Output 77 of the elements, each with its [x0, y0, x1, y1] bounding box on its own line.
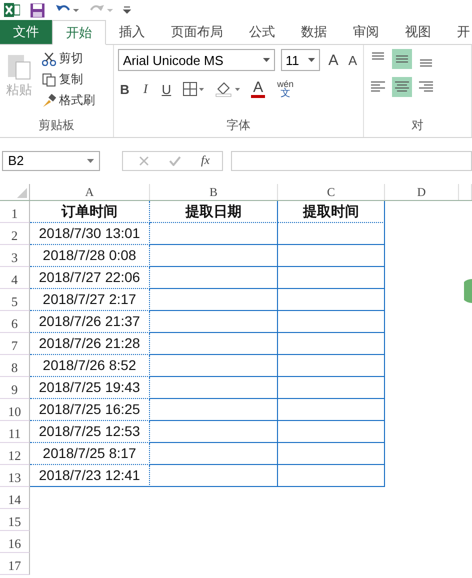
- scissors-icon: [42, 52, 56, 66]
- row-header[interactable]: 4: [0, 267, 30, 289]
- grow-font-button[interactable]: A: [326, 52, 340, 68]
- name-box[interactable]: B2: [2, 150, 100, 170]
- row-header[interactable]: 8: [0, 355, 30, 377]
- row-header[interactable]: 3: [0, 245, 30, 267]
- font-name-field[interactable]: Arial Unicode MS: [118, 49, 275, 71]
- ribbon-tab[interactable]: 开始: [52, 20, 106, 45]
- column-header[interactable]: C: [278, 184, 385, 200]
- font-color-button[interactable]: A: [251, 80, 266, 98]
- font-size-field[interactable]: 11: [280, 49, 320, 71]
- copy-button[interactable]: 复制: [40, 70, 97, 89]
- table-cell: 2018/7/25 12:53: [30, 421, 150, 443]
- ribbon-tab[interactable]: 页面布局: [158, 20, 236, 44]
- row-header[interactable]: 2: [0, 223, 30, 245]
- paintbrush-icon: [42, 94, 56, 108]
- row-header[interactable]: 9: [0, 377, 30, 399]
- column-header[interactable]: A: [30, 184, 150, 200]
- save-icon[interactable]: [30, 2, 45, 18]
- caret-icon[interactable]: [87, 158, 94, 162]
- ribbon-tab[interactable]: 视图: [392, 20, 444, 44]
- table-cell: 2018/7/27 22:06: [30, 267, 150, 289]
- ribbon-tab[interactable]: 审阅: [340, 20, 392, 44]
- table-cell: 2018/7/25 16:25: [30, 399, 150, 421]
- row-header[interactable]: 15: [0, 509, 30, 531]
- borders-icon[interactable]: [183, 82, 206, 96]
- row-header[interactable]: 17: [0, 553, 30, 575]
- painter-button[interactable]: 格式刷: [40, 91, 97, 110]
- customize-caret-icon[interactable]: [123, 6, 131, 14]
- row-header[interactable]: 14: [0, 487, 30, 509]
- fill-color-icon[interactable]: [215, 81, 242, 97]
- row-header[interactable]: 7: [0, 333, 30, 355]
- table-cell: 2018/7/28 0:08: [30, 245, 150, 267]
- align-icon[interactable]: [392, 77, 412, 97]
- font-style-button[interactable]: I: [141, 81, 150, 97]
- table-cell: 2018/7/26 21:28: [30, 333, 150, 355]
- ribbon-tab[interactable]: 插入: [106, 20, 158, 44]
- row-header[interactable]: 1: [0, 201, 30, 223]
- cut-button[interactable]: 剪切: [40, 49, 97, 68]
- row-header[interactable]: 16: [0, 531, 30, 553]
- group-label: 字体: [226, 117, 250, 134]
- ribbon-tab[interactable]: 公式: [236, 20, 288, 44]
- group-label: 剪贴板: [38, 117, 74, 134]
- circle-marker-icon: [464, 279, 472, 303]
- file-tab[interactable]: 文件: [0, 20, 52, 44]
- insert-function-button[interactable]: fx: [201, 153, 210, 168]
- table-cell: 2018/7/25 19:43: [30, 377, 150, 399]
- shrink-font-button[interactable]: A: [346, 52, 359, 68]
- ribbon-tab[interactable]: 数据: [288, 20, 340, 44]
- ribbon-tab[interactable]: 开: [444, 20, 472, 44]
- table-cell: 2018/7/26 8:52: [30, 355, 150, 377]
- row-header[interactable]: 6: [0, 311, 30, 333]
- column-header[interactable]: D: [385, 184, 459, 200]
- font-style-button[interactable]: U: [160, 82, 174, 96]
- table-cell: 2018/7/26 21:37: [30, 311, 150, 333]
- row-header[interactable]: 11: [0, 421, 30, 443]
- row-header[interactable]: 12: [0, 443, 30, 465]
- column-header[interactable]: B: [150, 184, 278, 200]
- row-header[interactable]: 10: [0, 399, 30, 421]
- row-header[interactable]: 5: [0, 289, 30, 311]
- group-label: 对: [412, 117, 424, 134]
- table-cell: 2018/7/27 2:17: [30, 289, 150, 311]
- phonetic-button[interactable]: wén 文: [275, 79, 296, 99]
- caret-icon[interactable]: [308, 58, 316, 62]
- copy-icon: [42, 72, 56, 86]
- table-cell: 2018/7/23 12:41: [30, 465, 150, 487]
- column-title-cell: 提取时间: [278, 201, 385, 223]
- row-header[interactable]: 13: [0, 465, 30, 487]
- font-style-button[interactable]: B: [118, 82, 132, 96]
- column-title-cell: 提取日期: [150, 201, 278, 223]
- caret-icon[interactable]: [262, 58, 270, 62]
- formula-input[interactable]: [230, 150, 472, 170]
- align-icon[interactable]: [392, 49, 412, 69]
- table-cell: 2018/7/25 8:17: [30, 443, 150, 465]
- column-title-cell: 订单时间: [30, 201, 150, 223]
- check-icon[interactable]: [169, 156, 181, 166]
- table-cell: 2018/7/30 13:01: [30, 223, 150, 245]
